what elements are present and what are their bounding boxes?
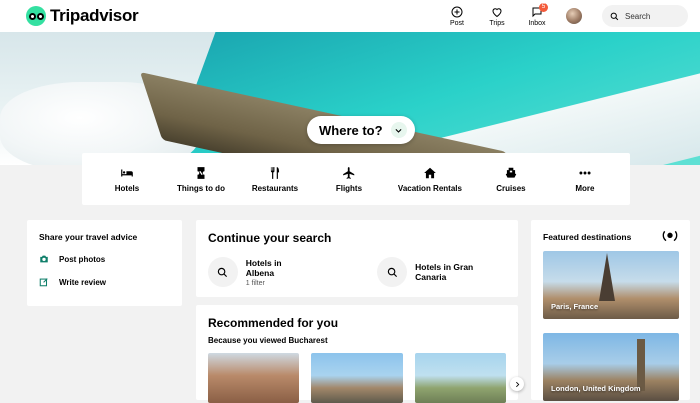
post-label: Post bbox=[449, 19, 464, 27]
inbox-button[interactable]: 5 Inbox bbox=[524, 2, 550, 27]
more-dots-icon bbox=[579, 171, 591, 174]
where-to-label: Where to? bbox=[319, 122, 383, 138]
share-title: Share your travel advice bbox=[39, 232, 138, 242]
category-flights[interactable]: Flights bbox=[324, 166, 374, 193]
destination-paris[interactable]: Paris, France bbox=[543, 251, 679, 319]
post-photos-link[interactable]: Post photos bbox=[39, 254, 170, 264]
write-review-link[interactable]: Write review bbox=[39, 277, 170, 287]
search-icon bbox=[610, 12, 619, 20]
top-nav-bar: Tripadvisor Post Trips 5 Inbox Search bbox=[0, 0, 700, 32]
chevron-right-icon bbox=[515, 381, 519, 387]
next-arrow-button[interactable] bbox=[510, 377, 524, 391]
user-avatar[interactable] bbox=[566, 8, 582, 24]
fork-knife-icon bbox=[270, 166, 280, 179]
category-more[interactable]: More bbox=[560, 166, 610, 193]
post-button[interactable]: Post bbox=[444, 6, 470, 27]
continue-title: Continue your search bbox=[208, 231, 332, 245]
recommended-card: Recommended for you Because you viewed B… bbox=[196, 305, 524, 403]
tripadvisor-logo[interactable]: Tripadvisor bbox=[26, 6, 139, 26]
plus-circle-icon bbox=[451, 6, 463, 17]
owl-logo-icon bbox=[26, 6, 46, 26]
chevron-down-icon bbox=[390, 122, 407, 138]
recommendation-thumbnail[interactable] bbox=[208, 353, 300, 403]
camera-icon bbox=[40, 255, 48, 263]
edit-icon bbox=[39, 278, 48, 287]
recommended-subtitle: Because you viewed Bucharest bbox=[208, 336, 328, 345]
search-placeholder: Search bbox=[625, 11, 651, 21]
brand-name: Tripadvisor bbox=[50, 6, 139, 25]
inbox-badge: 5 bbox=[539, 2, 548, 12]
recent-search-gran-canaria[interactable]: Hotels in Gran Canaria bbox=[377, 257, 506, 287]
category-things-to-do[interactable]: Things to do bbox=[176, 166, 226, 193]
recommended-title: Recommended for you bbox=[208, 316, 339, 330]
category-cruises[interactable]: Cruises bbox=[486, 166, 536, 193]
airplane-icon bbox=[343, 166, 355, 179]
bed-icon bbox=[121, 169, 133, 176]
featured-destinations-card: Featured destinations Paris, France Lond… bbox=[531, 220, 690, 401]
where-to-button[interactable]: Where to? bbox=[307, 116, 415, 144]
category-restaurants[interactable]: Restaurants bbox=[250, 166, 300, 193]
ticket-icon bbox=[197, 166, 205, 179]
search-icon bbox=[218, 267, 228, 277]
share-advice-card: Share your travel advice Post photos Wri… bbox=[27, 220, 182, 306]
recommendation-thumbnail[interactable] bbox=[414, 353, 506, 403]
search-icon bbox=[387, 267, 397, 277]
category-hotels[interactable]: Hotels bbox=[102, 166, 152, 193]
featured-title: Featured destinations bbox=[543, 232, 632, 242]
category-bar: Hotels Things to do Restaurants Flights … bbox=[82, 153, 630, 205]
trips-label: Trips bbox=[489, 19, 505, 27]
recent-search-albena[interactable]: Hotels in Albena 1 filter bbox=[208, 257, 311, 287]
trips-button[interactable]: Trips bbox=[484, 6, 510, 27]
continue-search-card: Continue your search Hotels in Albena 1 … bbox=[196, 220, 518, 297]
ship-icon bbox=[505, 167, 517, 178]
destination-london[interactable]: London, United Kingdom bbox=[543, 333, 679, 401]
heart-icon bbox=[492, 7, 502, 17]
search-input[interactable]: Search bbox=[602, 5, 688, 27]
recommendation-thumbnail[interactable] bbox=[311, 353, 403, 403]
category-vacation-rentals[interactable]: Vacation Rentals bbox=[398, 166, 462, 193]
laurel-award-icon bbox=[662, 230, 678, 242]
hero-banner: Where to? bbox=[0, 32, 700, 165]
inbox-label: Inbox bbox=[528, 19, 546, 27]
house-icon bbox=[424, 167, 436, 178]
eiffel-tower-image bbox=[599, 253, 615, 301]
